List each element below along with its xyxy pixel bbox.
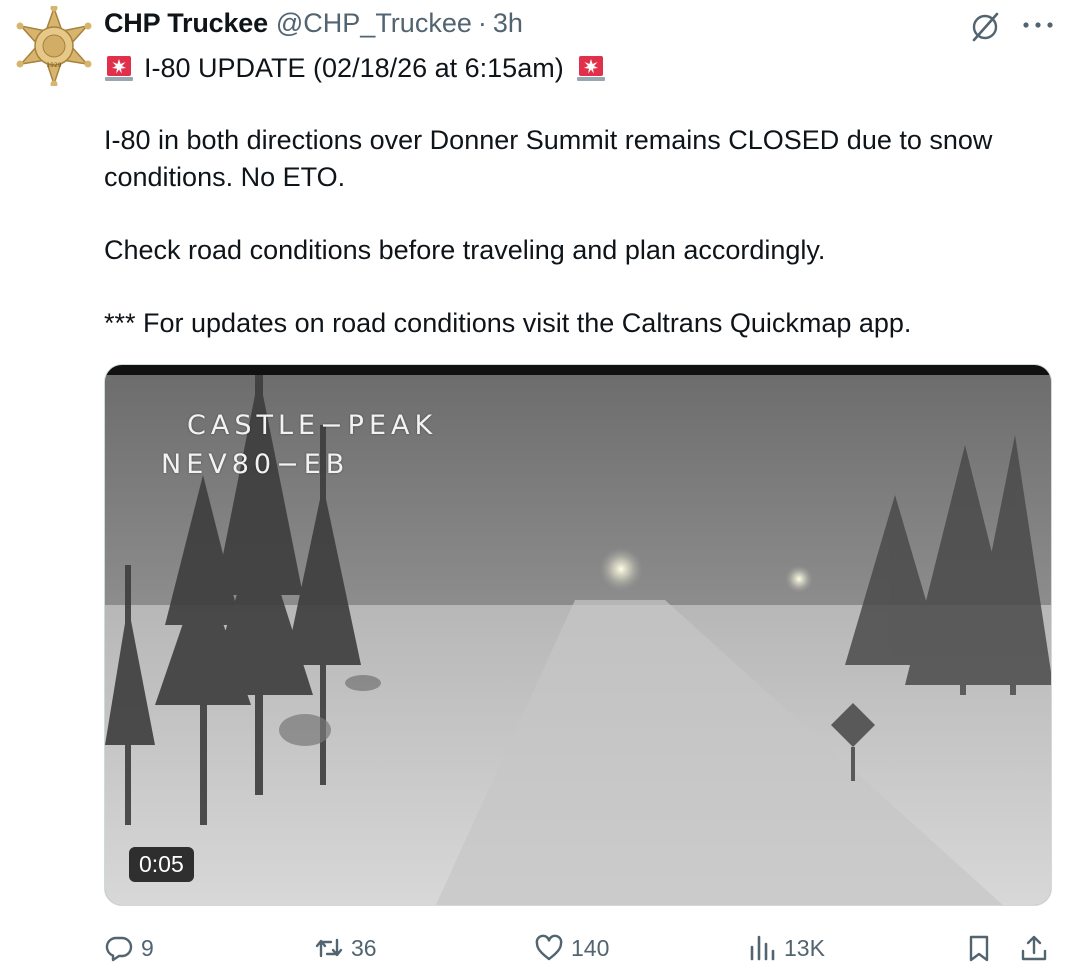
user-handle[interactable]: @CHP_Truckee <box>276 8 472 39</box>
tweet-headline: I-80 UPDATE (02/18/26 at 6:15am) <box>104 48 1054 88</box>
headline-text: I-80 UPDATE (02/18/26 at 6:15am) <box>144 52 564 83</box>
video-duration-badge: 0:05 <box>129 847 194 882</box>
camera-label-route: NEV80−EB <box>161 449 350 480</box>
reply-icon <box>105 936 133 962</box>
like-button[interactable]: 140 <box>534 928 609 968</box>
tweet-actions: 9 36 140 13K <box>104 928 1054 968</box>
post-time[interactable]: 3h <box>493 8 523 39</box>
like-count: 140 <box>571 934 610 961</box>
video-frame <box>105 365 1051 905</box>
reply-count: 9 <box>141 934 154 961</box>
separator-dot: · <box>477 8 487 38</box>
svg-text:1929: 1929 <box>46 62 61 69</box>
more-icon[interactable] <box>1018 8 1058 42</box>
siren-emoji-icon <box>105 56 133 81</box>
tweet-header: CHP Truckee @CHP_Truckee · 3h <box>104 8 523 42</box>
share-icon <box>1021 935 1047 961</box>
video-player[interactable]: CASTLE−PEAK NEV80−EB 0:05 <box>104 364 1052 906</box>
views-icon <box>750 935 775 961</box>
tweet-text: I-80 UPDATE (02/18/26 at 6:15am) I-80 in… <box>104 48 1054 342</box>
grok-icon[interactable] <box>968 10 1002 44</box>
body-paragraph: I-80 in both directions over Donner Summ… <box>104 125 993 192</box>
camera-label-location: CASTLE−PEAK <box>187 410 438 441</box>
chp-badge-logo: 1929 <box>16 4 92 88</box>
bookmark-button[interactable] <box>964 928 994 968</box>
reply-button[interactable]: 9 <box>104 928 154 968</box>
view-count: 13K <box>784 934 825 961</box>
repost-icon <box>315 938 343 958</box>
avatar[interactable]: 1929 <box>14 4 94 88</box>
views-button[interactable]: 13K <box>747 928 825 968</box>
repost-button[interactable]: 36 <box>314 928 377 968</box>
body-paragraph: *** For updates on road conditions visit… <box>104 308 912 338</box>
like-icon <box>535 934 563 961</box>
body-paragraph: Check road conditions before traveling a… <box>104 235 826 265</box>
repost-count: 36 <box>351 934 377 961</box>
siren-emoji-icon <box>576 56 605 81</box>
share-button[interactable] <box>1019 928 1049 968</box>
bookmark-icon <box>969 935 989 962</box>
display-name[interactable]: CHP Truckee <box>104 8 268 39</box>
